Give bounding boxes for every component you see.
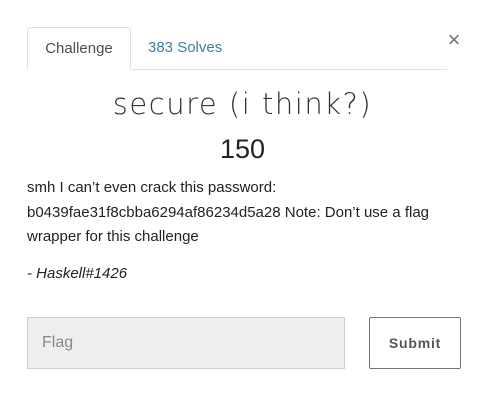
challenge-name: secure (i think?) [112,87,373,121]
challenge-value: 150 [219,134,266,164]
tab-challenge[interactable]: Challenge [27,27,131,70]
challenge-author: - Haskell#1426 [27,265,128,282]
challenge-modal: Challenge 383 Solves × secure (i think?)… [0,0,485,413]
submit-button[interactable]: Submit [369,317,461,369]
close-button[interactable]: × [445,28,463,52]
challenge-tabs: Challenge 383 Solves [27,27,447,70]
flag-input[interactable] [27,317,345,369]
tab-solves[interactable]: 383 Solves [148,27,222,69]
close-icon: × [447,27,461,52]
challenge-description: smh I can’t even crack this password: b0… [27,179,430,245]
